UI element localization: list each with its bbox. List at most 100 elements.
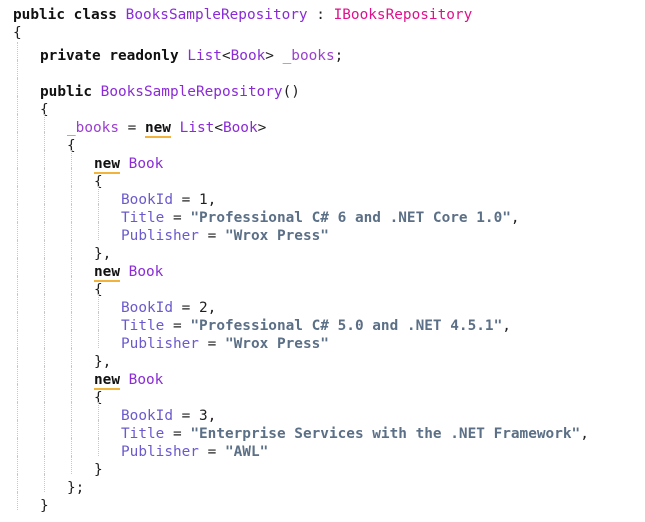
colon: : — [307, 7, 334, 23]
indent-guide — [40, 348, 67, 366]
indent-guide — [67, 276, 94, 294]
angle-close: > — [257, 120, 267, 136]
title-line: Title = "Enterprise Services with the .N… — [13, 420, 589, 442]
class-name: BooksSampleRepository — [125, 7, 308, 23]
equals: = — [118, 120, 145, 136]
book-brace-open: { — [13, 276, 589, 298]
indent-guide — [40, 276, 67, 294]
indent-guide — [13, 150, 40, 168]
indent-guide — [13, 42, 40, 60]
keyword-new: new — [144, 120, 171, 138]
indent-guide — [40, 420, 67, 438]
angle-open: < — [221, 48, 231, 64]
indent-guide — [67, 294, 94, 312]
new-book-line: new Book — [13, 150, 589, 174]
indent-guide — [40, 384, 67, 402]
indent-guide — [13, 114, 40, 132]
indent-guide — [40, 474, 67, 492]
indent-guide — [13, 366, 40, 384]
indent-guide — [13, 78, 40, 96]
interface-name: IBooksRepository — [333, 7, 473, 23]
indent-guide — [40, 114, 67, 132]
comma: , — [580, 426, 589, 442]
code-listing: public class BooksSampleRepository : IBo… — [13, 6, 589, 514]
type-list: List — [187, 48, 222, 64]
class-declaration: public class BooksSampleRepository : IBo… — [13, 6, 589, 24]
indent-guide — [67, 384, 94, 402]
indent-guide — [13, 474, 40, 492]
indent-guide — [40, 240, 67, 258]
indent-guide — [13, 240, 40, 258]
equals: = — [198, 336, 225, 352]
new-book-line: new Book — [13, 258, 589, 282]
title-line: Title = "Professional C# 6 and .NET Core… — [13, 204, 589, 226]
indent-guide — [67, 330, 94, 348]
indent-guide — [94, 294, 121, 312]
indent-guide — [13, 60, 40, 78]
indent-guide — [13, 402, 40, 420]
indent-guide — [40, 204, 67, 222]
indent-guide — [13, 330, 40, 348]
publisher-string: "Wrox Press" — [224, 228, 329, 244]
indent-guide — [67, 438, 94, 456]
indent-guide — [94, 186, 121, 204]
indent-guide — [67, 150, 94, 168]
indent-guide — [40, 186, 67, 204]
comma: , — [510, 210, 520, 226]
indent-guide — [67, 348, 94, 366]
type-book: Book — [128, 156, 164, 172]
property-publisher: Publisher — [121, 444, 199, 460]
publisher-string: "AWL" — [224, 444, 269, 460]
indent-guide — [13, 96, 40, 114]
keyword-private: private — [40, 48, 101, 64]
indent-guide — [67, 186, 94, 204]
indent-guide — [13, 132, 40, 150]
indent-guide — [94, 420, 121, 438]
indent-guide — [13, 168, 40, 186]
indent-guide — [40, 312, 67, 330]
comma: , — [502, 318, 511, 334]
indent-guide — [40, 168, 67, 186]
indent-guide — [13, 186, 40, 204]
indent-guide — [40, 366, 67, 384]
book-brace-close: } — [13, 456, 589, 478]
indent-guide — [13, 312, 40, 330]
indent-guide — [94, 330, 121, 348]
indent-guide — [40, 222, 67, 240]
brace: { — [13, 25, 22, 41]
indent-guide — [67, 258, 94, 276]
keyword-readonly: readonly — [109, 48, 179, 64]
parens: () — [282, 84, 300, 100]
semicolon: ; — [334, 48, 344, 64]
indent-guide — [67, 204, 94, 222]
indent-guide — [94, 402, 121, 420]
book-brace-open: { — [13, 168, 589, 190]
indent-guide — [13, 222, 40, 240]
class-brace-open: { — [13, 24, 589, 42]
indent-guide — [40, 150, 67, 168]
bookid-line: BookId = 2, — [13, 294, 589, 316]
brace-semicolon: }; — [67, 480, 85, 496]
indent-guide — [13, 420, 40, 438]
indent-guide — [13, 294, 40, 312]
angle-close: > — [265, 48, 274, 64]
indent-guide — [40, 438, 67, 456]
publisher-string: "Wrox Press" — [224, 336, 329, 352]
keyword-public: public — [13, 7, 65, 23]
book-brace-open: { — [13, 384, 589, 406]
indent-guide — [40, 294, 67, 312]
brace: } — [40, 498, 49, 514]
field-declaration: private readonly List<Book> _books; — [13, 42, 589, 64]
indent-guide — [13, 258, 40, 276]
new-book-line: new Book — [13, 366, 589, 390]
bookid-line: BookId = 3, — [13, 402, 589, 424]
indent-guide — [67, 222, 94, 240]
field-name: _books — [282, 48, 335, 64]
indent-guide — [40, 402, 67, 420]
bookid-line: BookId = 1, — [13, 186, 589, 208]
brace: } — [94, 462, 103, 478]
indent-guide — [67, 420, 94, 438]
equals: = — [198, 228, 225, 244]
indent-guide — [13, 492, 40, 510]
keyword-class: class — [73, 7, 117, 23]
